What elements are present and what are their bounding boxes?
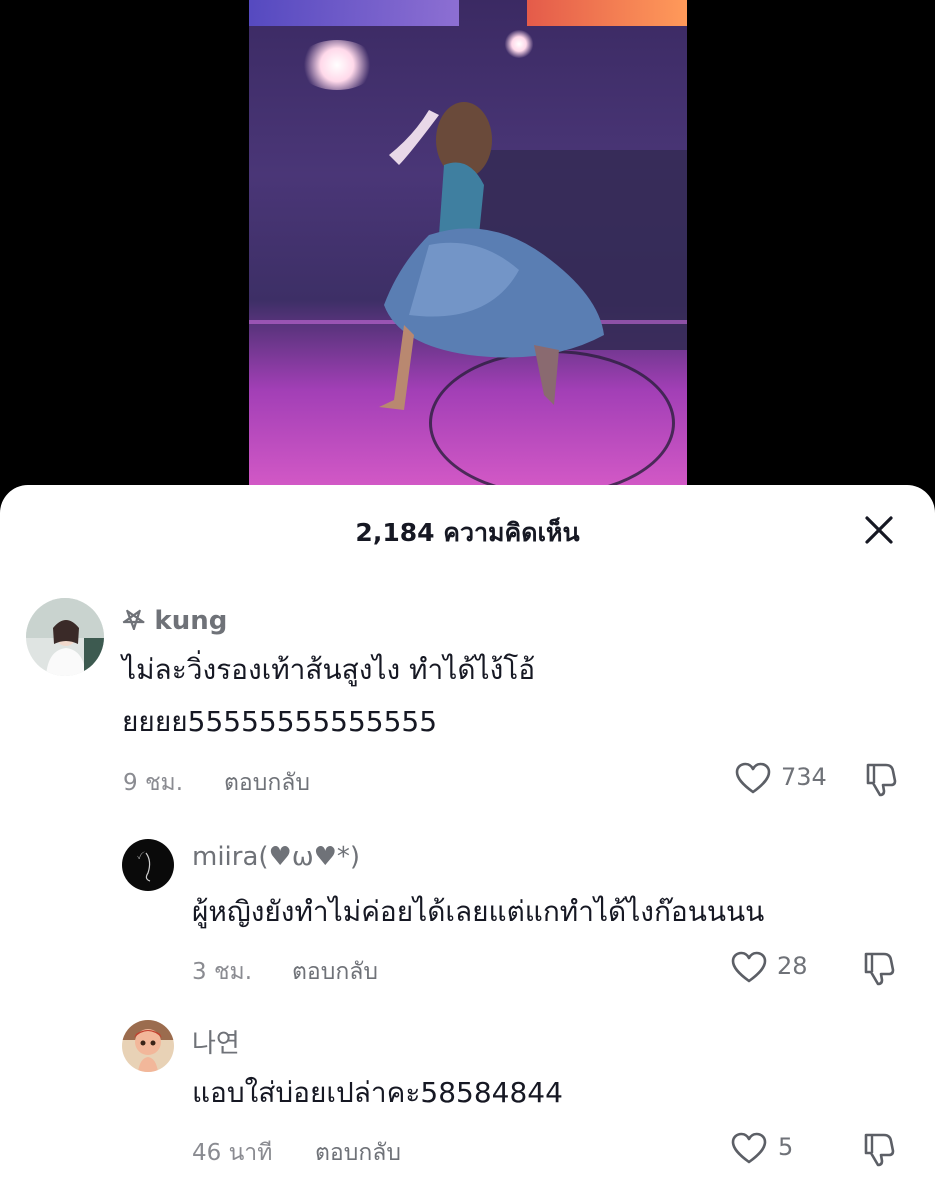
like-count: 734 xyxy=(781,763,827,791)
comment-username[interactable]: 𖤐 kung xyxy=(122,601,227,637)
comment-count: 2,184 xyxy=(355,518,435,547)
video-player[interactable] xyxy=(249,0,687,500)
close-icon[interactable] xyxy=(860,511,898,549)
comment-timestamp: 3 ชม. xyxy=(192,959,253,985)
comment-text: ยยยย55555555555555 xyxy=(122,705,438,738)
reply-button[interactable]: ตอบกลับ xyxy=(315,1135,401,1171)
stage-light xyxy=(504,30,534,58)
comment-text: ผู้หญิงยังทำไม่ค่อยได้เลยแต่แกทำได้ไงก๊อ… xyxy=(192,895,765,928)
comments-sheet: 2,184 ความคิดเห็น 𖤐 kung ไม่ละวิ่งรองเท้… xyxy=(0,485,935,1200)
comment-text: แอบใส่บ่อยเปล่าคะ58584844 xyxy=(192,1076,563,1109)
avatar[interactable]: ꪜ xyxy=(122,839,174,891)
comment-timestamp: 9 ชม. xyxy=(123,770,184,796)
performer-figure xyxy=(379,102,604,410)
stage-light xyxy=(297,40,377,90)
avatar[interactable] xyxy=(122,1020,174,1072)
like-count: 5 xyxy=(778,1133,794,1161)
thumbs-down-icon[interactable] xyxy=(860,948,898,986)
comments-header: 2,184 ความคิดเห็น xyxy=(0,513,935,553)
stage-screen-strip xyxy=(527,0,687,26)
heart-outline-icon[interactable] xyxy=(730,1131,768,1165)
reply-button[interactable]: ตอบกลับ xyxy=(292,954,378,990)
heart-outline-icon[interactable] xyxy=(730,950,768,984)
comment-text: ไม่ละวิ่งรองเท้าส้นสูงไง ทำได้ไง้โอ้ xyxy=(122,653,536,686)
avatar[interactable] xyxy=(26,598,104,676)
heart-outline-icon[interactable] xyxy=(734,761,772,795)
reply-button[interactable]: ตอบกลับ xyxy=(224,765,310,801)
like-count: 28 xyxy=(777,952,808,980)
comment-timestamp: 46 นาที xyxy=(192,1140,273,1166)
thumbs-down-icon[interactable] xyxy=(860,1129,898,1167)
comments-title-label: ความคิดเห็น xyxy=(443,518,580,547)
comment-username[interactable]: 나연 xyxy=(192,1023,240,1060)
thumbs-down-icon[interactable] xyxy=(862,759,900,797)
comment-username[interactable]: miira(♥ω♥*) xyxy=(192,842,360,872)
stage-screen-strip xyxy=(249,0,459,26)
